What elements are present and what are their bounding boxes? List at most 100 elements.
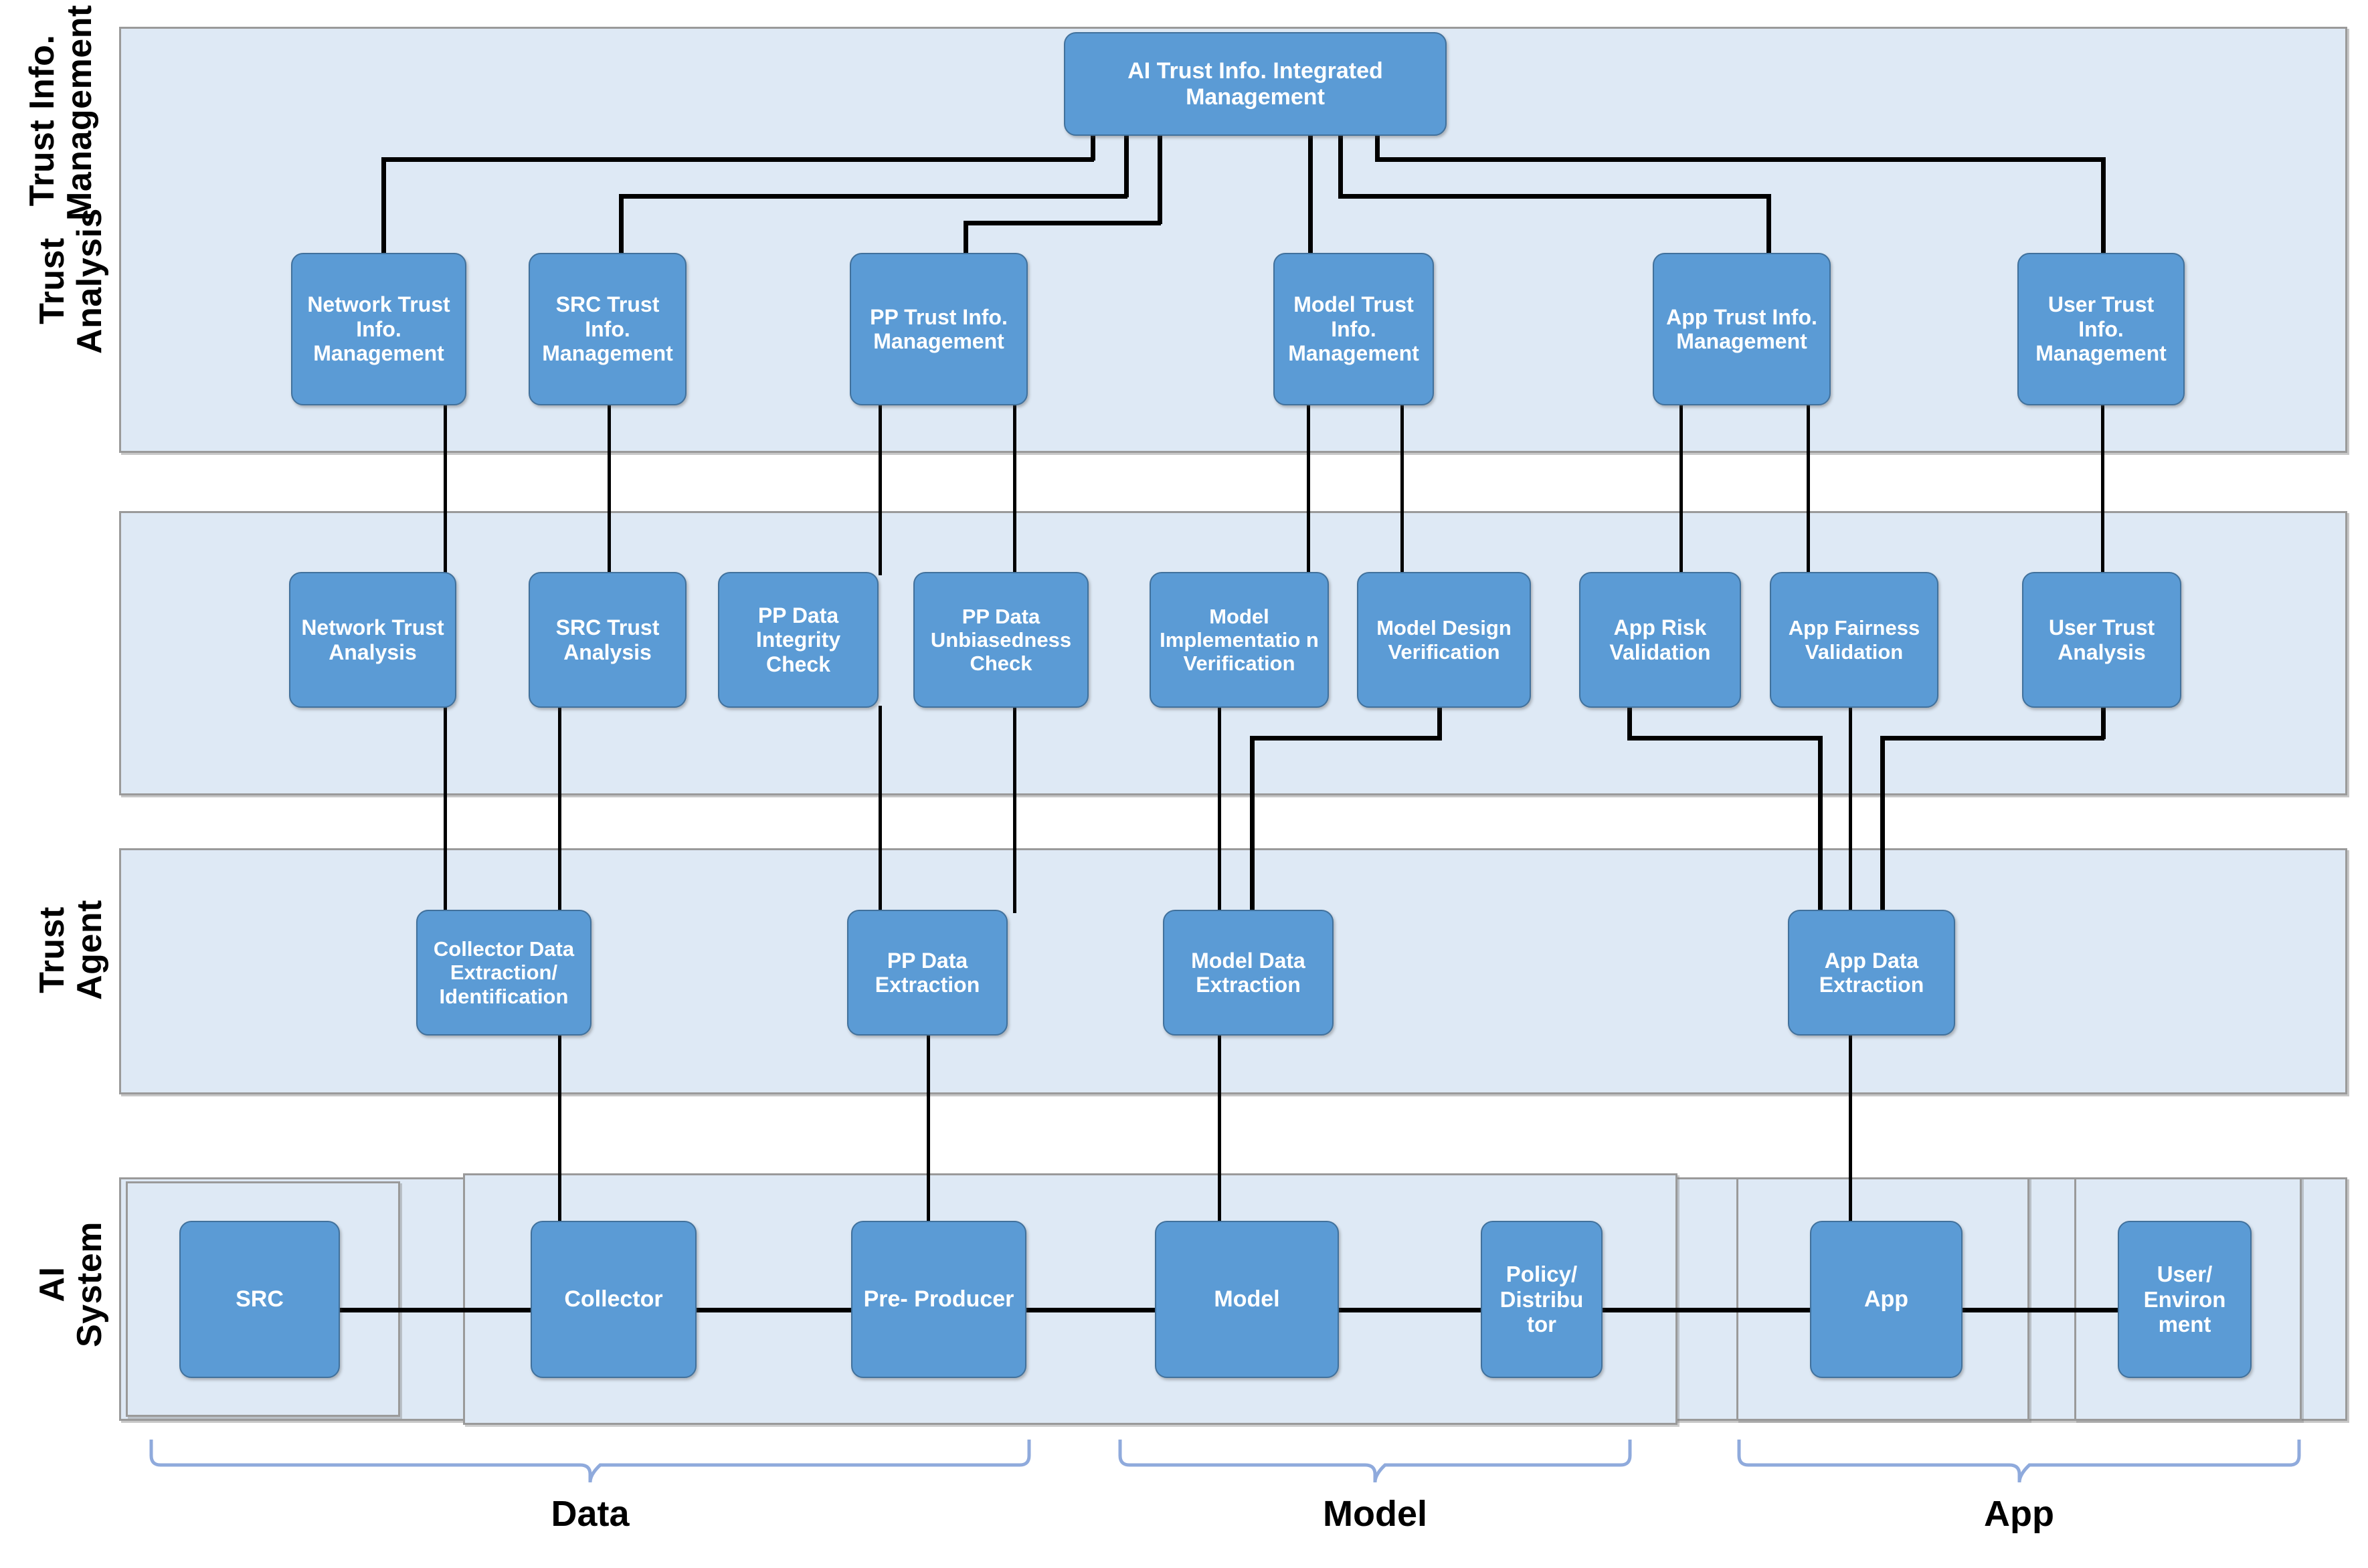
edge-ppduc-ppde <box>1013 706 1016 913</box>
node-label: PP Data Unbiasedness Check <box>930 604 1072 676</box>
edge-ppde-preproducer <box>927 1034 930 1221</box>
node-label: Model Trust Info. Management <box>1288 292 1419 366</box>
edge-root-app-h <box>1338 194 1770 199</box>
edge-root-user-v1 <box>1375 134 1380 161</box>
node-label: Pre- Producer <box>863 1286 1014 1312</box>
node-model-design-verification[interactable]: Model Design Verification <box>1357 572 1531 708</box>
node-label: User Trust Analysis <box>2048 615 2155 664</box>
node-label: SRC <box>236 1286 284 1312</box>
node-label: Network Trust Info. Management <box>307 292 450 366</box>
edge-mdv-mde-v2 <box>1250 736 1255 913</box>
edge-root-pp-v1 <box>1158 134 1162 224</box>
edge-src-collector <box>335 1308 535 1312</box>
edge-root-pp-h <box>964 221 1161 225</box>
node-app[interactable]: App <box>1810 1221 1963 1378</box>
edge-ppdic-ppde <box>879 706 882 913</box>
node-pp-trust-info-management[interactable]: PP Trust Info. Management <box>850 253 1028 405</box>
node-label: User/ Environ ment <box>2143 1262 2226 1337</box>
bracket-label-data: Data <box>551 1494 630 1534</box>
node-label: User Trust Info. Management <box>2035 292 2167 366</box>
node-src[interactable]: SRC <box>179 1221 340 1378</box>
edge-app-user <box>1957 1308 2124 1312</box>
node-src-trust-info-management[interactable]: SRC Trust Info. Management <box>529 253 687 405</box>
edge-stim-sta <box>608 405 611 575</box>
edge-miv-mde <box>1218 706 1221 913</box>
edge-mtim-mdv <box>1400 405 1404 575</box>
edge-uta-ade-h <box>1880 736 2104 741</box>
edge-uta-ade-v2 <box>1880 736 1885 913</box>
edge-root-network-h <box>381 157 1094 162</box>
edge-root-pp-v2 <box>964 221 968 254</box>
edge-ade-app <box>1849 1034 1852 1221</box>
edge-afv-ade <box>1849 706 1852 913</box>
node-label: Collector Data Extraction/ Identificatio… <box>433 937 575 1008</box>
edge-atim-afv <box>1807 405 1810 575</box>
edge-root-user-h <box>1375 157 2104 162</box>
node-policy-distributor[interactable]: Policy/ Distribu tor <box>1481 1221 1603 1378</box>
edge-mde-model <box>1218 1034 1221 1221</box>
node-collector-data-extraction-identification[interactable]: Collector Data Extraction/ Identificatio… <box>416 910 591 1036</box>
bracket-model <box>1117 1438 1633 1485</box>
edge-cde-collector <box>558 1034 561 1221</box>
edge-policy-app <box>1596 1308 1817 1312</box>
diagram-canvas: Trust Info. Management Trust Analysis Tr… <box>0 0 2368 1568</box>
edge-ntim-nta <box>444 405 447 575</box>
edge-root-src-v1 <box>1124 134 1129 197</box>
node-model-data-extraction[interactable]: Model Data Extraction <box>1163 910 1334 1036</box>
node-model-trust-info-management[interactable]: Model Trust Info. Management <box>1273 253 1434 405</box>
row-label-trust-agent: Trust Agent <box>33 900 110 1000</box>
edge-root-src-h <box>619 194 1127 199</box>
edge-mdv-mde-h <box>1250 736 1442 741</box>
node-label: App Data Extraction <box>1819 948 1924 997</box>
row-label-ai-system: AI System <box>33 1221 110 1347</box>
node-pp-data-unbiasedness-check[interactable]: PP Data Unbiasedness Check <box>913 572 1089 708</box>
node-pp-data-extraction[interactable]: PP Data Extraction <box>847 910 1008 1036</box>
node-ai-trust-info-integrated-management[interactable]: AI Trust Info. Integrated Management <box>1064 32 1447 136</box>
edge-pptim-ppdic <box>879 405 882 575</box>
node-pp-data-integrity-check[interactable]: PP Data Integrity Check <box>718 572 879 708</box>
edge-root-app-v1 <box>1338 134 1343 197</box>
edge-utim-uta <box>2101 405 2104 575</box>
edge-mtim-miv <box>1307 405 1310 575</box>
node-app-data-extraction[interactable]: App Data Extraction <box>1788 910 1955 1036</box>
node-network-trust-info-management[interactable]: Network Trust Info. Management <box>291 253 466 405</box>
bracket-label-model: Model <box>1323 1494 1427 1534</box>
node-label: Network Trust Analysis <box>301 615 444 664</box>
node-label: Model <box>1214 1286 1280 1312</box>
node-label: SRC Trust Analysis <box>555 615 660 664</box>
node-model[interactable]: Model <box>1155 1221 1339 1378</box>
node-label: PP Data Extraction <box>875 948 980 997</box>
node-user-trust-analysis[interactable]: User Trust Analysis <box>2022 572 2181 708</box>
edge-pptim-ppduc <box>1013 405 1016 575</box>
node-label: PP Data Integrity Check <box>755 603 841 676</box>
edge-sta-cde <box>558 706 561 913</box>
bracket-data <box>149 1438 1032 1485</box>
edge-root-src-v2 <box>619 194 624 254</box>
edge-arv-ade-v2 <box>1818 736 1823 913</box>
node-collector[interactable]: Collector <box>531 1221 697 1378</box>
node-user-environment[interactable]: User/ Environ ment <box>2118 1221 2252 1378</box>
node-label: Model Data Extraction <box>1191 948 1305 997</box>
bracket-app <box>1736 1438 2302 1485</box>
node-app-fairness-validation[interactable]: App Fairness Validation <box>1770 572 1938 708</box>
node-label: App Risk Validation <box>1609 615 1711 664</box>
node-pre-producer[interactable]: Pre- Producer <box>851 1221 1026 1378</box>
node-app-trust-info-management[interactable]: App Trust Info. Management <box>1653 253 1831 405</box>
node-label: PP Trust Info. Management <box>870 304 1008 353</box>
node-network-trust-analysis[interactable]: Network Trust Analysis <box>289 572 456 708</box>
node-user-trust-info-management[interactable]: User Trust Info. Management <box>2017 253 2185 405</box>
node-src-trust-analysis[interactable]: SRC Trust Analysis <box>529 572 687 708</box>
edge-root-user-v2 <box>2101 157 2106 254</box>
edge-root-network-v1 <box>1091 134 1095 161</box>
edge-root-network-v2 <box>381 157 386 254</box>
edge-atim-arv <box>1679 405 1683 575</box>
row-label-trust-analysis: Trust Analysis <box>33 208 110 354</box>
node-app-risk-validation[interactable]: App Risk Validation <box>1579 572 1741 708</box>
edge-uta-ade-v1 <box>2101 706 2106 739</box>
node-label: App Fairness Validation <box>1788 616 1920 664</box>
node-label: App Trust Info. Management <box>1666 304 1817 353</box>
row-label-trust-info-management: Trust Info. Management <box>23 5 100 221</box>
node-model-implementation-verification[interactable]: Model Implementatio n Verification <box>1150 572 1329 708</box>
node-label: AI Trust Info. Integrated Management <box>1127 58 1383 110</box>
edge-root-app-v2 <box>1766 194 1771 254</box>
